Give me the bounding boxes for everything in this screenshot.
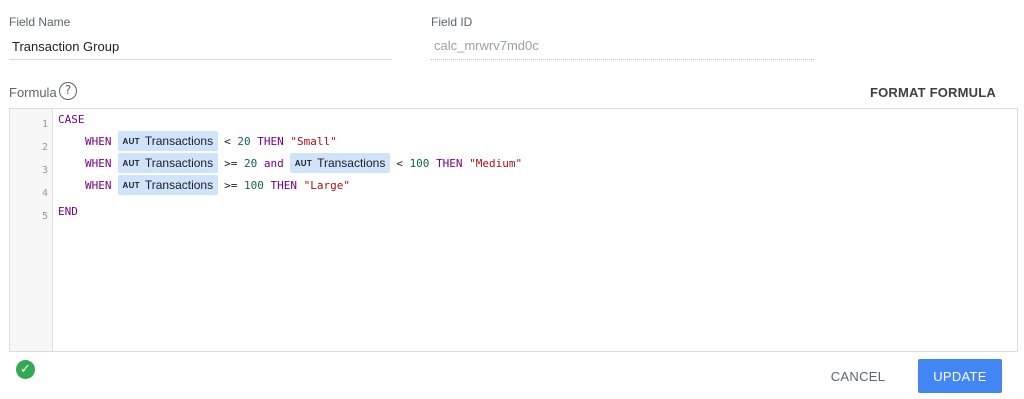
code-line: CASE <box>58 109 85 129</box>
keyword-then: THEN <box>436 156 463 170</box>
string-literal: "Medium" <box>469 156 523 170</box>
aut-type-icon: AUT <box>122 180 140 190</box>
code-line: END <box>58 201 78 221</box>
code-line: WHEN AUT Transactions >= 20 and AUT Transa… <box>85 153 522 173</box>
keyword-then: THEN <box>257 134 284 148</box>
keyword-then: THEN <box>270 178 297 192</box>
number-literal: 100 <box>409 156 430 170</box>
aut-type-icon: AUT <box>294 158 313 168</box>
field-chip-transactions[interactable]: AUT Transactions <box>117 175 219 195</box>
formula-editor[interactable]: 1 2 3 4 5 CASE WHEN AUT Transactions < 20… <box>9 108 1018 352</box>
operator: >= <box>224 156 238 170</box>
field-id-label: Field ID <box>431 15 473 29</box>
keyword-case: CASE <box>58 112 85 126</box>
formula-label: Formula <box>9 85 57 100</box>
line-number: 2 <box>41 142 48 153</box>
field-id-input[interactable]: calc_mrwrv7md0c <box>434 38 539 53</box>
format-formula-button[interactable]: FORMAT FORMULA <box>870 85 996 100</box>
number-literal: 20 <box>243 156 258 170</box>
code-line: WHEN AUT Transactions < 20 THEN "Small" <box>85 131 337 151</box>
code-line: WHEN AUT Transactions >= 100 THEN "Large" <box>85 175 350 195</box>
line-number: 5 <box>41 211 48 222</box>
field-chip-label: Transactions <box>144 178 214 192</box>
code-area[interactable]: CASE WHEN AUT Transactions < 20 THEN "Sma… <box>58 109 1017 351</box>
line-number: 1 <box>41 119 48 130</box>
cancel-button[interactable]: CANCEL <box>818 359 898 393</box>
string-literal: "Small" <box>290 134 337 148</box>
field-name-underline <box>9 59 392 60</box>
keyword-when: WHEN <box>85 134 112 148</box>
field-chip-label: Transactions <box>144 134 214 148</box>
field-chip-transactions[interactable]: AUT Transactions <box>117 131 219 151</box>
aut-type-icon: AUT <box>122 158 140 168</box>
operator: >= <box>224 178 238 192</box>
line-number-gutter: 1 2 3 4 5 <box>10 109 53 351</box>
edit-field-dialog: Field Name Transaction Group Field ID ca… <box>0 0 1024 399</box>
line-number: 3 <box>41 165 48 176</box>
field-id-underline <box>431 59 814 60</box>
help-icon[interactable]: ? <box>59 82 77 100</box>
keyword-when: WHEN <box>85 156 112 170</box>
number-literal: 100 <box>243 178 264 192</box>
update-button[interactable]: UPDATE <box>918 359 1002 393</box>
keyword-and: and <box>263 156 284 170</box>
aut-type-icon: AUT <box>122 136 140 146</box>
line-number: 4 <box>41 188 48 199</box>
keyword-end: END <box>58 204 78 218</box>
operator: < <box>224 134 231 148</box>
number-literal: 20 <box>237 134 251 148</box>
field-name-input[interactable]: Transaction Group <box>12 39 119 54</box>
field-name-label: Field Name <box>9 15 71 29</box>
field-chip-transactions[interactable]: AUT Transactions <box>289 153 391 173</box>
field-chip-label: Transactions <box>317 156 386 170</box>
field-chip-label: Transactions <box>144 156 214 170</box>
field-chip-transactions[interactable]: AUT Transactions <box>117 153 219 173</box>
formula-valid-check-icon: ✓ <box>16 360 35 379</box>
keyword-when: WHEN <box>85 178 112 192</box>
operator: < <box>396 156 403 170</box>
string-literal: "Large" <box>303 178 350 192</box>
